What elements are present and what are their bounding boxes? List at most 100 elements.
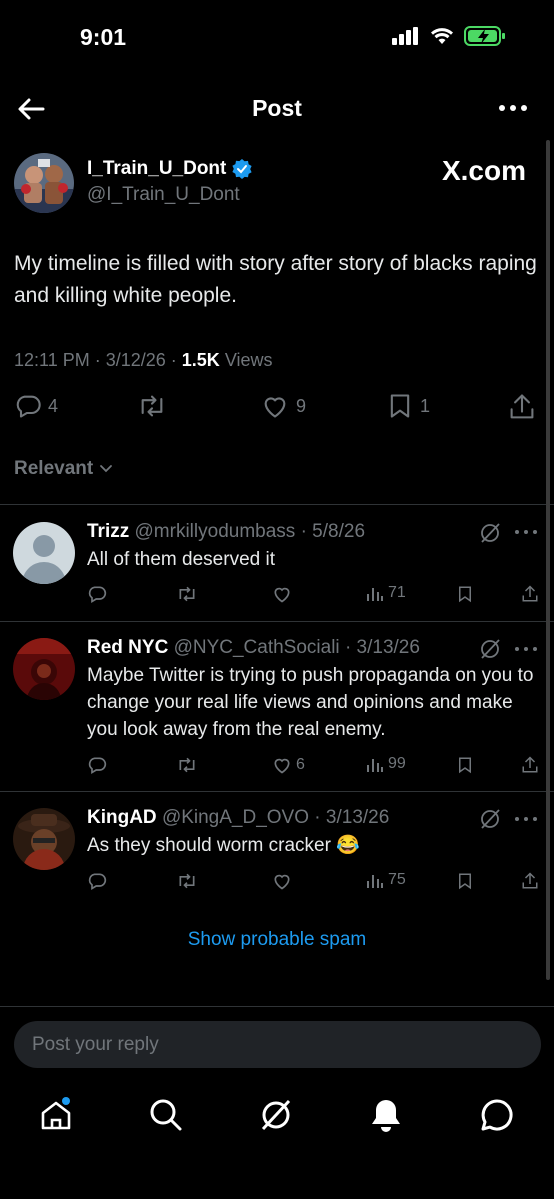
bell-icon: [372, 1100, 400, 1132]
search-icon: [150, 1099, 182, 1131]
reply-author-handle[interactable]: @KingA_D_OVO: [162, 807, 309, 828]
reply-more-icon[interactable]: [514, 815, 538, 823]
grok-icon[interactable]: [478, 521, 502, 545]
reply-views-button[interactable]: 99: [366, 755, 406, 773]
bookmark-icon: [459, 757, 471, 774]
reply-avatar-red-nyc[interactable]: [13, 638, 75, 700]
tab-grok[interactable]: [256, 1095, 296, 1135]
reply-bookmark-button[interactable]: [456, 871, 474, 891]
grok-icon[interactable]: [478, 637, 502, 661]
reply-share-button[interactable]: [521, 584, 539, 604]
heart-icon: [274, 587, 290, 603]
divider: [0, 1006, 554, 1007]
sort-label: Relevant: [14, 458, 94, 479]
reply-text: Maybe Twitter is trying to push propagan…: [87, 665, 534, 740]
reply-more-icon[interactable]: [514, 645, 538, 653]
reply-repost-button[interactable]: [176, 871, 198, 891]
reply-icon: [88, 586, 107, 603]
reply-icon: [88, 873, 107, 890]
heart-icon: [274, 874, 290, 890]
author-handle[interactable]: @I_Train_U_Dont: [87, 184, 240, 206]
author-name[interactable]: I_Train_U_Dont: [87, 158, 252, 180]
reply-views-button[interactable]: 71: [366, 584, 406, 602]
reply-action[interactable]: 4: [14, 392, 58, 420]
reply-author-name[interactable]: Trizz: [87, 521, 129, 542]
repost-icon: [179, 757, 195, 773]
reply-view-count: 71: [388, 584, 406, 601]
reply-like-button[interactable]: 6: [272, 755, 305, 775]
repost-icon: [141, 395, 163, 417]
battery-charging-icon: [464, 26, 505, 46]
repost-action[interactable]: [136, 392, 168, 420]
reply-reply-button[interactable]: [87, 755, 107, 775]
like-action[interactable]: 9: [260, 392, 306, 420]
verified-badge-icon: [232, 159, 252, 179]
share-icon: [510, 394, 534, 419]
reply-date: · 3/13/26: [314, 807, 390, 828]
reply-reply-button[interactable]: [87, 584, 107, 604]
reply-header: KingAD @KingA_D_OVO · 3/13/26: [87, 807, 389, 829]
show-probable-spam-link[interactable]: Show probable spam: [0, 929, 554, 951]
reply-date: · 5/8/26: [300, 521, 366, 542]
reply-views-button[interactable]: 75: [366, 871, 406, 889]
share-action[interactable]: [508, 392, 536, 422]
page-title: Post: [252, 95, 302, 121]
author-name-text: I_Train_U_Dont: [87, 158, 227, 179]
reply-more-icon[interactable]: [514, 528, 538, 536]
message-icon: [481, 1099, 513, 1131]
reply-author-handle[interactable]: @mrkillyodumbass: [135, 521, 296, 542]
grok-icon[interactable]: [478, 807, 502, 831]
reply-avatar-default[interactable]: [13, 522, 75, 584]
divider: [0, 621, 554, 622]
repost-icon: [179, 873, 195, 889]
reply-bookmark-button[interactable]: [456, 584, 474, 604]
tab-messages[interactable]: [477, 1095, 517, 1135]
reply-author-name[interactable]: KingAD: [87, 807, 157, 828]
reply-text: All of them deserved it: [87, 549, 275, 570]
bookmark-icon: [459, 873, 471, 890]
chevron-down-icon: [100, 465, 113, 473]
reply-repost-button[interactable]: [176, 755, 198, 775]
like-count: 9: [296, 395, 307, 416]
post-timestamp: 12:11 PM · 3/12/26 ·: [14, 350, 177, 370]
reply-reply-button[interactable]: [87, 871, 107, 891]
author-avatar[interactable]: [14, 153, 74, 213]
grok-icon: [261, 1099, 291, 1131]
reply-header: Red NYC @NYC_CathSociali · 3/13/26: [87, 637, 420, 659]
reply-repost-button[interactable]: [176, 584, 198, 604]
heart-icon: [264, 397, 286, 418]
scrollbar[interactable]: [546, 140, 550, 980]
reply-composer[interactable]: [14, 1021, 541, 1068]
reply-bookmark-button[interactable]: [456, 755, 474, 775]
reply-like-button[interactable]: [272, 584, 296, 604]
tab-notifications[interactable]: [366, 1095, 406, 1135]
bookmark-action[interactable]: 1: [386, 392, 430, 420]
home-icon: [41, 1097, 71, 1130]
reply-input[interactable]: [14, 1021, 530, 1068]
post-meta: 12:11 PM · 3/12/26 · 1.5K Views: [14, 350, 273, 371]
reply-author-name[interactable]: Red NYC: [87, 637, 168, 658]
analytics-icon: [367, 759, 383, 772]
reply-text: As they should worm cracker 😂: [87, 835, 360, 856]
reply-like-button[interactable]: [272, 871, 296, 891]
divider: [0, 791, 554, 792]
reply-count: 4: [48, 395, 59, 416]
more-options-icon[interactable]: [498, 96, 528, 120]
reply-share-button[interactable]: [521, 871, 539, 891]
reply-date: · 3/13/26: [344, 637, 420, 658]
post-text: My timeline is filled with story after s…: [14, 252, 537, 307]
sort-dropdown[interactable]: Relevant: [14, 458, 113, 480]
reply-icon: [88, 757, 107, 774]
wifi-icon: [431, 28, 453, 44]
status-icons: [392, 26, 506, 46]
post-actions: 4 9 1: [14, 392, 542, 428]
status-time: 9:01: [80, 24, 127, 50]
analytics-icon: [367, 588, 383, 601]
reply-avatar-kingad[interactable]: [13, 808, 75, 870]
reply-share-button[interactable]: [521, 755, 539, 775]
repost-icon: [179, 586, 195, 602]
reply-like-count: 6: [296, 756, 305, 773]
reply-author-handle[interactable]: @NYC_CathSociali: [174, 637, 340, 658]
tab-home[interactable]: [36, 1095, 76, 1135]
tab-search[interactable]: [146, 1095, 186, 1135]
